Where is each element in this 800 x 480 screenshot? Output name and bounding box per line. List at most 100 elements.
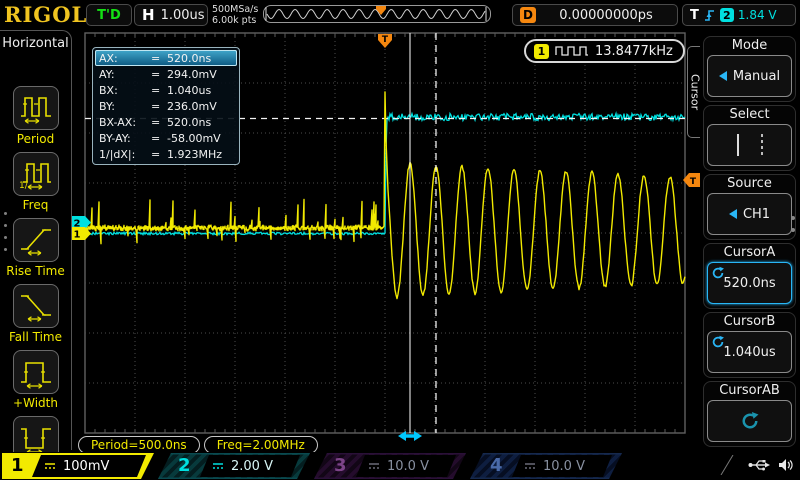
channel-4-button[interactable]: 4 10.0 V <box>470 453 622 479</box>
trigger-settings-box[interactable]: T 2 1.84 V <box>682 4 796 26</box>
row-label: BY-AY: <box>99 132 151 145</box>
h-label: H <box>142 6 155 24</box>
dc-coupling-icon <box>368 462 380 470</box>
rotate-knob-icon <box>711 266 725 280</box>
trigger-offset-value: 0.00000000ps <box>542 8 670 23</box>
trigger-status-badge: T'D <box>86 4 132 26</box>
cursor-row-ax: AX: = 520.0ns <box>95 50 237 66</box>
row-label: AX: <box>99 52 151 65</box>
measure-freq-button[interactable]: 1/ <box>13 152 59 196</box>
cursor-row-bx: BX: = 1.040us <box>95 82 237 98</box>
sample-rate: 500MSa/s <box>212 4 258 15</box>
svg-text:1/: 1/ <box>19 181 29 191</box>
horizontal-timebase-box[interactable]: H 1.00us <box>134 4 208 26</box>
cursor-a-button[interactable]: 520.0ns <box>707 262 792 304</box>
channel-1-button[interactable]: 1 100mV <box>2 453 154 479</box>
row-value: 520.0ns <box>167 52 233 65</box>
measure-period-button[interactable] <box>13 86 59 130</box>
left-triangle-icon <box>729 209 737 219</box>
measure-pos-width-label: +Width <box>0 396 71 410</box>
rotate-knob-icon <box>740 411 760 431</box>
delay-icon: D <box>520 7 536 23</box>
row-label: BY: <box>99 100 151 113</box>
dc-coupling-icon <box>44 462 56 470</box>
fall-time-icon <box>18 289 54 323</box>
memory-waveform-icon <box>264 6 490 22</box>
mode-button[interactable]: Manual <box>707 55 792 97</box>
source-button[interactable]: CH1 <box>707 193 792 235</box>
measure-period-label: Period <box>0 132 71 146</box>
trigger-status-text: T'D <box>97 8 121 23</box>
cursor-row-by: BY: = 236.0mV <box>95 98 237 114</box>
menu-item-mode: Mode Manual <box>703 36 796 102</box>
row-label: BX-AX: <box>99 116 151 129</box>
memory-trigger-position-marker[interactable] <box>376 6 386 15</box>
row-eq: = <box>151 116 167 129</box>
row-value: 236.0mV <box>167 100 233 113</box>
trigger-level-label: T <box>690 177 697 187</box>
rising-edge-icon <box>703 8 716 22</box>
cursor-ab-button[interactable] <box>707 400 792 442</box>
trigger-level-value: 1.84 V <box>738 8 777 22</box>
menu-item-cursor-a: CursorA 520.0ns <box>703 243 796 309</box>
trigger-position-label: T <box>382 35 389 45</box>
rotate-knob-icon <box>711 335 725 349</box>
cursor-row-ay: AY: = 294.0mV <box>95 66 237 82</box>
row-eq: = <box>151 132 167 145</box>
timebase-value: 1.00us <box>161 8 205 23</box>
cursor-row-bxax: BX-AX: = 520.0ns <box>95 114 237 130</box>
minus-width-icon <box>18 421 54 455</box>
cursor-ab-label: CursorAB <box>707 383 792 400</box>
measure-fall-time-button[interactable] <box>13 284 59 328</box>
cursor-b-button[interactable]: 1.040us <box>707 331 792 373</box>
channel-1-number: 1 <box>11 454 24 478</box>
channel-3-scale: 10.0 V <box>387 459 429 474</box>
measure-rise-time-label: Rise Time <box>0 264 71 278</box>
row-label: AY: <box>99 68 151 81</box>
row-eq: = <box>151 84 167 97</box>
cursor-a-value: 520.0ns <box>723 276 775 291</box>
measure-menu-page-dots <box>4 203 8 260</box>
source-label: Source <box>707 176 792 193</box>
speaker-icon <box>778 458 794 472</box>
menu-item-select: Select <box>703 105 796 171</box>
cursor-b-line-icon <box>761 134 763 156</box>
row-value: 1.923MHz <box>167 148 233 161</box>
measure-fall-time-label: Fall Time <box>0 330 71 344</box>
acquisition-info: 500MSa/s 6.00k pts <box>212 4 258 26</box>
cursor-menu-page-dots <box>791 208 795 240</box>
channel-2-scale: 2.00 V <box>231 459 273 474</box>
mode-value: Manual <box>733 69 780 84</box>
t-label: T <box>690 8 699 23</box>
select-label: Select <box>707 107 792 124</box>
channel-2-number: 2 <box>178 454 191 478</box>
freq-icon: 1/ <box>18 157 54 191</box>
row-value: 520.0ns <box>167 116 233 129</box>
dc-coupling-icon <box>524 462 536 470</box>
row-eq: = <box>151 52 167 65</box>
cursor-b-value: 1.040us <box>723 345 775 360</box>
channel-3-button[interactable]: 3 10.0 V <box>314 453 466 479</box>
measure-freq-label: Freq <box>0 198 71 212</box>
rise-time-icon <box>18 223 54 257</box>
left-triangle-icon <box>719 71 727 81</box>
mode-label: Mode <box>707 38 792 55</box>
channel-4-number: 4 <box>490 454 503 478</box>
memory-position-bar[interactable] <box>263 5 491 23</box>
frequency-counter: 1 13.8477kHz <box>524 39 685 63</box>
menu-item-cursor-b: CursorB 1.040us <box>703 312 796 378</box>
square-wave-icon <box>555 45 589 57</box>
row-eq: = <box>151 100 167 113</box>
trigger-offset-box[interactable]: D 0.00000000ps <box>512 4 678 26</box>
measure-pos-width-button[interactable] <box>13 350 59 394</box>
row-label: BX: <box>99 84 151 97</box>
row-eq: = <box>151 148 167 161</box>
separator-slash <box>720 455 734 475</box>
channel-2-button[interactable]: 2 2.00 V <box>158 453 310 479</box>
channel-bar: 1 100mV 2 2.00 V 3 10.0 V <box>0 452 800 480</box>
select-button[interactable] <box>707 124 792 166</box>
row-value: -58.00mV <box>167 132 233 145</box>
channel-1-scale: 100mV <box>63 459 109 474</box>
measure-rise-time-button[interactable] <box>13 218 59 262</box>
cursor-row-byay: BY-AY: = -58.00mV <box>95 130 237 146</box>
